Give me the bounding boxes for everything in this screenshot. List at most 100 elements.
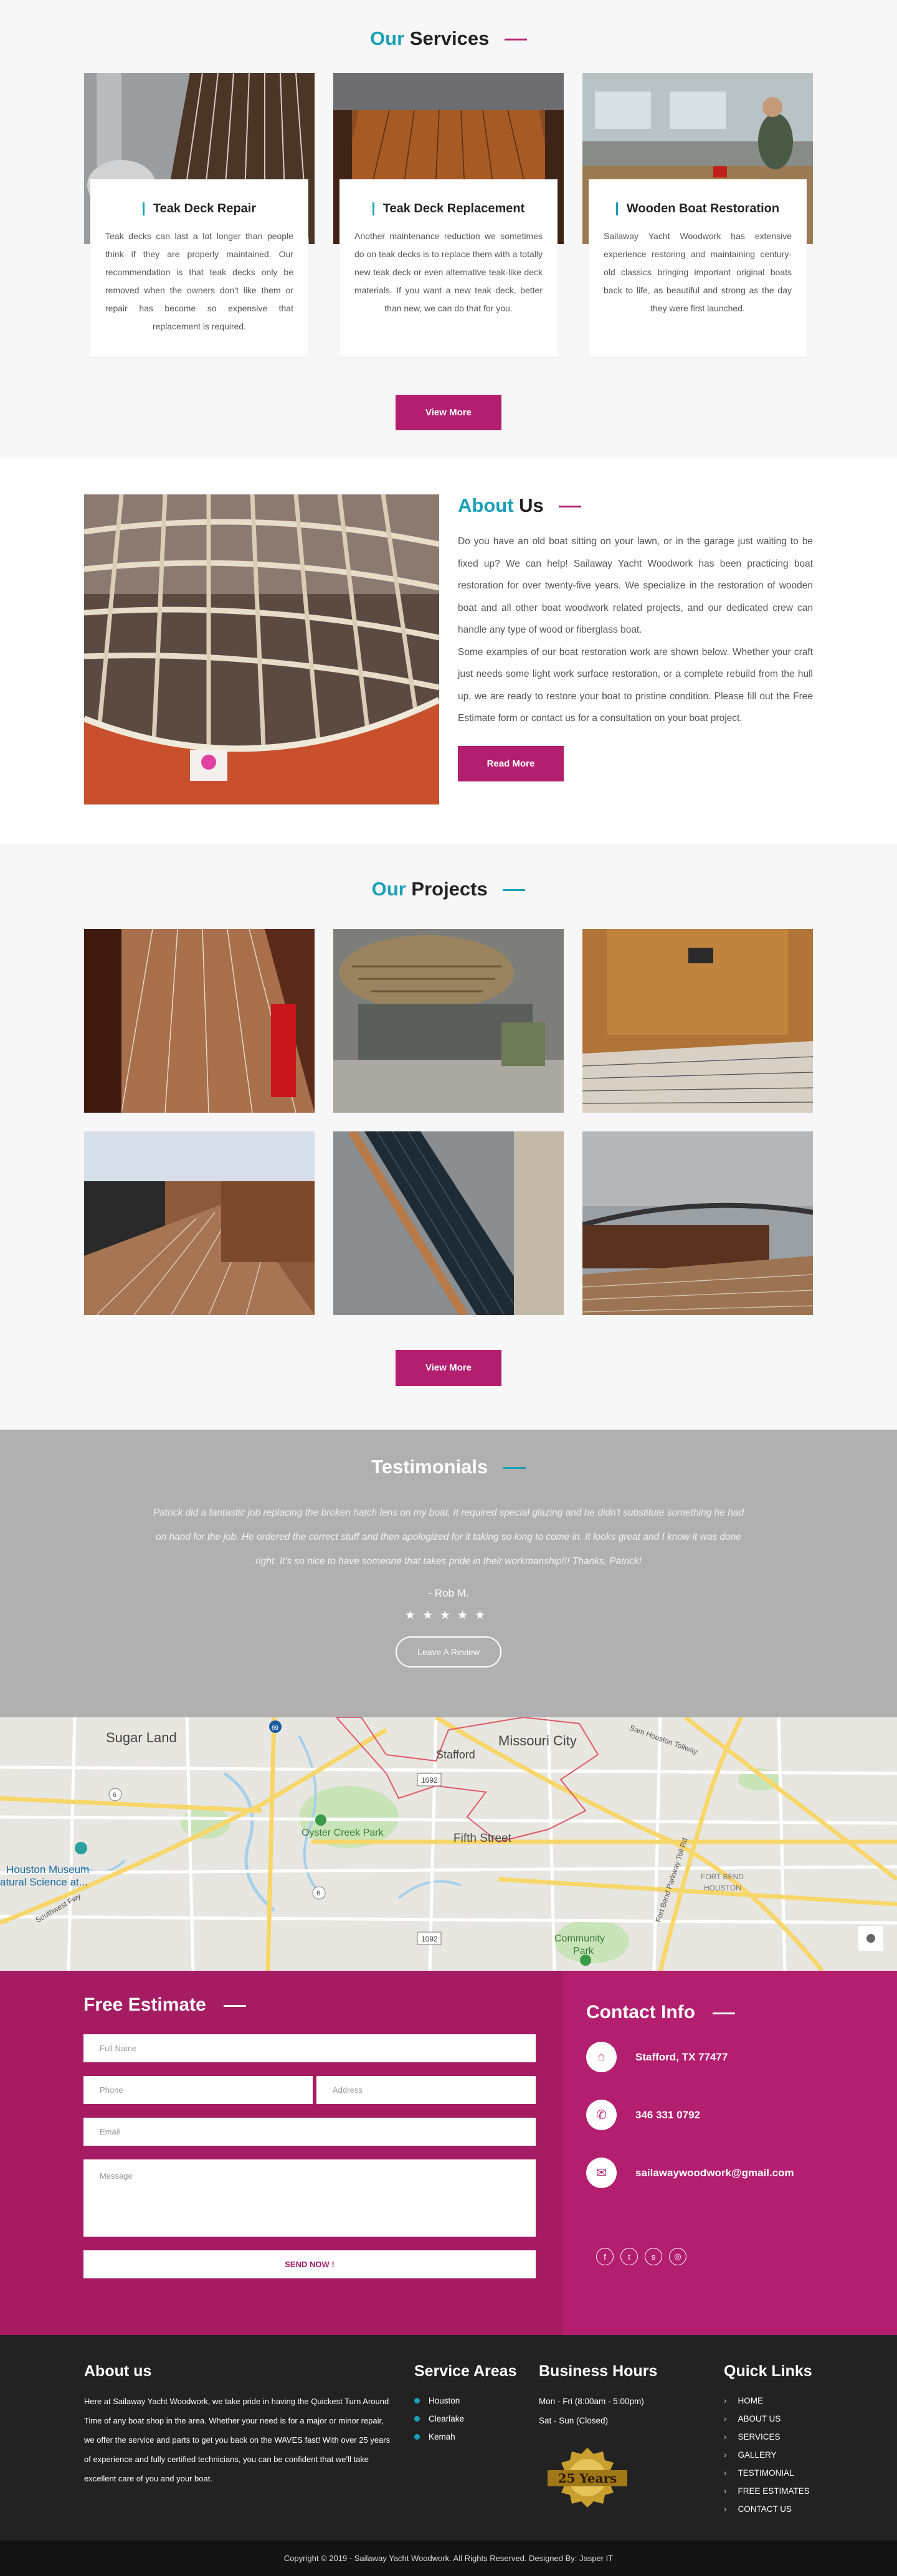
service-area-item: Clearlake bbox=[414, 2410, 539, 2428]
map-road-shield: 1092 bbox=[421, 1776, 438, 1785]
read-more-button[interactable]: Read More bbox=[458, 745, 564, 781]
map-road-shield: 6 bbox=[316, 1890, 320, 1897]
map-label: Stafford bbox=[436, 1748, 475, 1761]
contact-phone[interactable]: ✆ 346 331 0792 bbox=[586, 2100, 897, 2130]
project-image-cabin-corner[interactable] bbox=[582, 1131, 813, 1315]
service-card-teak-deck-repair[interactable]: Teak Deck Repair Teak decks can last a l… bbox=[84, 73, 315, 357]
footer-link-home[interactable]: HOME bbox=[724, 2392, 812, 2410]
park-pin-icon[interactable] bbox=[315, 1814, 326, 1826]
map-label: Oyster Creek Park bbox=[301, 1828, 384, 1838]
phone-input[interactable]: Phone bbox=[83, 2076, 313, 2104]
footer-link-about-us[interactable]: ABOUT US bbox=[724, 2410, 812, 2428]
map-label: Community bbox=[554, 1933, 605, 1944]
footer-link-gallery[interactable]: GALLERY bbox=[724, 2446, 812, 2464]
address-input[interactable]: Address bbox=[316, 2076, 536, 2104]
quick-links-title: Quick Links bbox=[724, 2362, 812, 2380]
free-estimate-title: Free Estimate bbox=[83, 1994, 536, 2016]
skype-icon[interactable]: s bbox=[645, 2248, 662, 2265]
testimonial-quote: Patrick did a fantastic job replacing th… bbox=[153, 1507, 744, 1567]
projects-title: Our Projects bbox=[84, 878, 813, 900]
services-view-more-button[interactable]: View More bbox=[396, 395, 501, 430]
service-card-teak-deck-replacement[interactable]: Teak Deck Replacement Another maintenanc… bbox=[333, 73, 564, 357]
contact-email[interactable]: ✉ sailawaywoodwork@gmail.com bbox=[586, 2158, 897, 2188]
services-title: Our Services bbox=[84, 27, 813, 50]
message-textarea[interactable]: Message bbox=[83, 2159, 536, 2237]
title-underline bbox=[503, 1467, 526, 1470]
location-map[interactable]: Sugar Land Missouri City Stafford Oyster… bbox=[0, 1717, 897, 1971]
email-input[interactable]: Email bbox=[83, 2118, 536, 2146]
service-description: Sailaway Yacht Woodwork has extensive ex… bbox=[604, 231, 792, 313]
project-image-basket-boat[interactable] bbox=[333, 929, 564, 1113]
footer-link-testimonial[interactable]: TESTIMONIAL bbox=[724, 2464, 812, 2482]
services-section: Our Services Teak Deck Repair Teak decks… bbox=[0, 0, 897, 458]
map-label: Fifth Street bbox=[453, 1832, 512, 1845]
about-title-rest: Us bbox=[519, 494, 544, 516]
park-pin-icon[interactable] bbox=[580, 1955, 591, 1966]
footer-service-areas: Service Areas Houston Clearlake Kemah bbox=[414, 2362, 539, 2518]
map-label: Park bbox=[573, 1946, 594, 1956]
map-road-shield: 69 bbox=[272, 1725, 279, 1732]
about-paragraph-1: Do you have an old boat sitting on your … bbox=[458, 536, 813, 635]
contact-info-title-text: Contact Info bbox=[586, 2002, 695, 2022]
footer-quick-links: Quick Links HOME ABOUT US SERVICES GALLE… bbox=[724, 2362, 812, 2518]
business-hours-weekend: Sat - Sun (Closed) bbox=[539, 2416, 609, 2425]
title-underline bbox=[713, 2012, 736, 2014]
service-area-item: Kemah bbox=[414, 2428, 539, 2446]
service-title: Wooden Boat Restoration bbox=[604, 202, 792, 216]
service-area-item: Houston bbox=[414, 2392, 539, 2410]
project-image-cabinet-door[interactable] bbox=[582, 929, 813, 1113]
full-name-input[interactable]: Full Name bbox=[83, 2034, 536, 2062]
free-estimate-form: Free Estimate Full Name Phone Address Em… bbox=[0, 1971, 562, 2335]
facebook-icon[interactable]: f bbox=[596, 2248, 614, 2265]
map-label: Sugar Land bbox=[106, 1730, 177, 1745]
map-label: Houston Museum bbox=[6, 1864, 89, 1875]
envelope-icon: ✉ bbox=[586, 2158, 617, 2188]
testimonials-title: Testimonials bbox=[0, 1456, 897, 1478]
service-description: Another maintenance reduction we sometim… bbox=[354, 231, 543, 313]
museum-pin-icon[interactable] bbox=[75, 1842, 87, 1854]
copyright-text: Copyright © 2019 - Sailaway Yacht Woodwo… bbox=[283, 2554, 614, 2563]
projects-section: Our Projects View More bbox=[0, 844, 897, 1430]
leave-review-button[interactable]: Leave A Review bbox=[396, 1636, 501, 1668]
map-section[interactable]: Sugar Land Missouri City Stafford Oyster… bbox=[0, 1717, 897, 1971]
twitter-icon[interactable]: t bbox=[620, 2248, 638, 2265]
map-label: Missouri City bbox=[498, 1733, 577, 1748]
projects-title-rest: Projects bbox=[411, 878, 488, 900]
contact-address: ⌂ Stafford, TX 77477 bbox=[586, 2042, 897, 2072]
services-title-rest: Services bbox=[409, 27, 490, 49]
social-links: f t s ◎ bbox=[596, 2248, 897, 2265]
project-image-cabin-floor[interactable] bbox=[84, 929, 315, 1113]
rating-stars: ★★★★★ bbox=[404, 1609, 493, 1622]
free-estimate-title-text: Free Estimate bbox=[83, 1994, 206, 2015]
testimonials-title-text: Testimonials bbox=[371, 1456, 488, 1478]
title-underline bbox=[504, 39, 527, 41]
service-card-body: Teak Deck Repair Teak decks can last a l… bbox=[90, 179, 308, 357]
business-hours-title: Business Hours bbox=[539, 2362, 658, 2380]
project-image-galley-floor[interactable] bbox=[84, 1131, 315, 1315]
title-underline bbox=[559, 506, 582, 508]
instagram-icon[interactable]: ◎ bbox=[669, 2248, 686, 2265]
contact-email-text[interactable]: sailawaywoodwork@gmail.com bbox=[635, 2167, 794, 2179]
phone-icon: ✆ bbox=[586, 2100, 617, 2130]
service-card-wooden-boat-restoration[interactable]: Wooden Boat Restoration Sailaway Yacht W… bbox=[582, 73, 813, 357]
contact-address-text: Stafford, TX 77477 bbox=[635, 2050, 728, 2063]
25-years-badge: 25 Years bbox=[548, 2448, 627, 2508]
business-hours-weekday: Mon - Fri (8:00am - 5:00pm) bbox=[539, 2397, 644, 2406]
contact-phone-text[interactable]: 346 331 0792 bbox=[635, 2109, 700, 2121]
footer-link-services[interactable]: SERVICES bbox=[724, 2428, 812, 2446]
footer-link-contact-us[interactable]: CONTACT US bbox=[724, 2500, 812, 2518]
about-title-accent: About bbox=[458, 494, 514, 516]
send-now-button[interactable]: SEND NOW ! bbox=[83, 2250, 536, 2278]
footer-about-title: About us bbox=[84, 2362, 152, 2380]
projects-title-accent: Our bbox=[371, 878, 406, 900]
location-target-icon bbox=[866, 1934, 875, 1943]
about-section: About Us Do you have an old boat sitting… bbox=[0, 458, 897, 844]
project-image-hull-side[interactable] bbox=[333, 1131, 564, 1315]
copyright-bar: Copyright © 2019 - Sailaway Yacht Woodwo… bbox=[0, 2541, 897, 2576]
about-title: About Us bbox=[458, 494, 813, 517]
map-label: atural Science at... bbox=[0, 1876, 88, 1888]
contact-info: Contact Info ⌂ Stafford, TX 77477 ✆ 346 … bbox=[562, 1971, 897, 2335]
projects-view-more-button[interactable]: View More bbox=[396, 1350, 501, 1386]
footer-link-free-estimates[interactable]: FREE ESTIMATES bbox=[724, 2482, 812, 2500]
service-title: Teak Deck Repair bbox=[105, 202, 293, 216]
